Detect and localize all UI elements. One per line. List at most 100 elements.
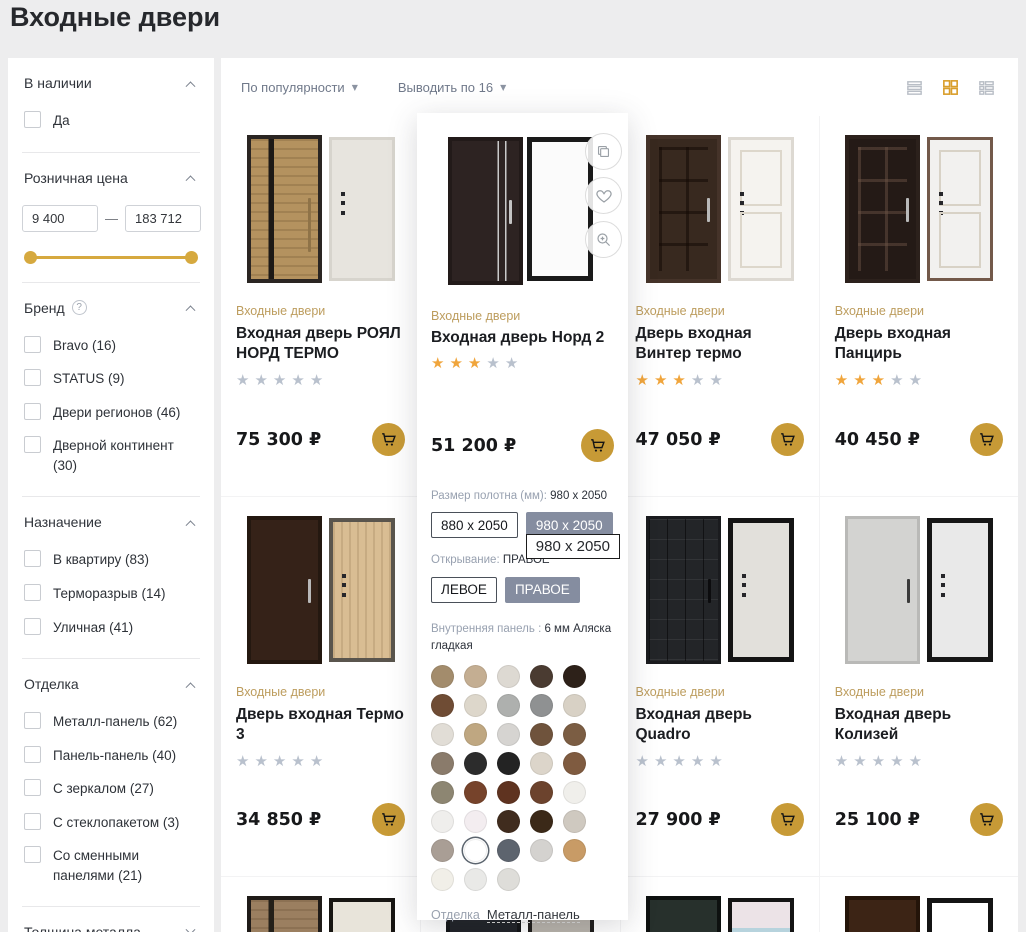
panel-swatch[interactable] [464, 839, 487, 862]
filter-section-header[interactable]: Бренд? [22, 283, 200, 329]
product-image[interactable] [636, 133, 804, 285]
panel-swatch[interactable] [530, 752, 553, 775]
opening-option-button[interactable]: ЛЕВОЕ [431, 577, 497, 603]
product-title[interactable]: Входная дверь Колизей [835, 705, 1003, 745]
panel-swatch[interactable] [530, 665, 553, 688]
product-title[interactable]: Входная дверь Quadro [636, 705, 804, 745]
product-image[interactable] [835, 514, 1003, 666]
checkbox[interactable] [24, 550, 41, 567]
checkbox[interactable] [24, 712, 41, 729]
panel-swatch[interactable] [464, 781, 487, 804]
view-list-button[interactable] [905, 78, 924, 97]
filter-option[interactable]: Bravo (16) [22, 329, 200, 363]
product-category[interactable]: Входные двери [236, 685, 405, 699]
filter-option[interactable]: Да [22, 104, 200, 138]
add-to-cart-button[interactable] [581, 429, 614, 462]
filter-option[interactable]: Двери регионов (46) [22, 396, 200, 430]
add-to-cart-button[interactable] [372, 803, 405, 836]
product-category[interactable]: Входные двери [431, 309, 614, 323]
finish-value[interactable]: Металл-панель [487, 907, 580, 923]
panel-swatch[interactable] [464, 868, 487, 891]
panel-swatch[interactable] [497, 723, 520, 746]
panel-swatch[interactable] [464, 694, 487, 717]
add-to-cart-button[interactable] [771, 423, 804, 456]
product-image[interactable] [236, 514, 405, 666]
panel-swatch[interactable] [497, 839, 520, 862]
filter-option[interactable]: С зеркалом (27) [22, 772, 200, 806]
checkbox[interactable] [24, 846, 41, 863]
product-category[interactable]: Входные двери [636, 685, 804, 699]
panel-swatch[interactable] [431, 665, 454, 688]
product-card[interactable]: Входные двери Входная дверь Quadro ★★★★★… [621, 497, 819, 876]
product-title[interactable]: Входная дверь РОЯЛ НОРД ТЕРМО [236, 324, 405, 364]
checkbox[interactable] [24, 336, 41, 353]
filter-section-header[interactable]: Назначение [22, 497, 200, 543]
checkbox[interactable] [24, 779, 41, 796]
add-to-cart-button[interactable] [970, 423, 1003, 456]
per-page-dropdown[interactable]: Выводить по 16 ▼ [398, 80, 506, 95]
filter-section-header[interactable]: В наличии [22, 58, 200, 104]
filter-section-header[interactable]: Отделка [22, 659, 200, 705]
panel-swatch[interactable] [431, 752, 454, 775]
panel-swatch[interactable] [530, 810, 553, 833]
panel-swatch[interactable] [563, 752, 586, 775]
checkbox[interactable] [24, 813, 41, 830]
price-min-input[interactable] [22, 205, 98, 232]
product-card[interactable]: Входные двери Входная дверь РОЯЛ НОРД ТЕ… [221, 116, 420, 496]
filter-option[interactable]: С стеклопакетом (3) [22, 806, 200, 840]
product-title[interactable]: Дверь входная Винтер термо [636, 324, 804, 364]
product-title[interactable]: Входная дверь Норд 2 [431, 329, 614, 347]
panel-swatch[interactable] [431, 694, 454, 717]
size-option-button[interactable]: 880 x 2050 [431, 512, 518, 538]
filter-option[interactable]: В квартиру (83) [22, 543, 200, 577]
panel-swatch[interactable] [530, 723, 553, 746]
checkbox[interactable] [24, 746, 41, 763]
filter-option[interactable]: Терморазрыв (14) [22, 577, 200, 611]
product-card[interactable]: Входные двери Дверь входная Винтер термо… [621, 116, 819, 496]
product-card-expanded[interactable]: Входные двери Входная дверь Норд 2 ★★★★★… [417, 113, 628, 920]
product-category[interactable]: Входные двери [236, 304, 405, 318]
filter-option[interactable]: Дверной континент (30) [22, 429, 200, 482]
product-image[interactable] [636, 514, 804, 666]
product-card[interactable] [221, 877, 420, 932]
panel-swatch[interactable] [563, 839, 586, 862]
slider-handle-min[interactable] [24, 251, 37, 264]
price-range-slider[interactable] [24, 251, 198, 264]
checkbox[interactable] [24, 584, 41, 601]
panel-swatch[interactable] [563, 810, 586, 833]
view-table-button[interactable] [977, 78, 996, 97]
panel-swatch[interactable] [464, 752, 487, 775]
product-image[interactable] [236, 894, 405, 932]
checkbox[interactable] [24, 111, 41, 128]
panel-swatch[interactable] [431, 839, 454, 862]
product-category[interactable]: Входные двери [636, 304, 804, 318]
product-card[interactable]: Входные двери Входная дверь Колизей ★★★★… [820, 497, 1018, 876]
panel-swatch[interactable] [464, 810, 487, 833]
sort-dropdown[interactable]: По популярности ▼ [241, 80, 358, 95]
panel-swatch[interactable] [431, 810, 454, 833]
zoom-icon[interactable] [585, 221, 622, 258]
product-card[interactable]: Входные двери Дверь входная Термо 3 ★★★★… [221, 497, 420, 876]
filter-option[interactable]: Панель-панель (40) [22, 739, 200, 773]
panel-swatch[interactable] [530, 839, 553, 862]
product-category[interactable]: Входные двери [835, 685, 1003, 699]
panel-swatch[interactable] [497, 752, 520, 775]
panel-swatch[interactable] [497, 694, 520, 717]
filter-section-header[interactable]: Толщина металла [22, 907, 200, 932]
wishlist-icon[interactable] [585, 177, 622, 214]
product-image[interactable] [636, 894, 804, 932]
filter-option[interactable]: Уличная (41) [22, 611, 200, 645]
opening-option-button[interactable]: ПРАВОЕ [505, 577, 580, 603]
panel-swatch[interactable] [464, 723, 487, 746]
panel-swatch[interactable] [563, 694, 586, 717]
product-card[interactable]: Входные двери Дверь входная Панцирь ★★★★… [820, 116, 1018, 496]
filter-option[interactable]: STATUS (9) [22, 362, 200, 396]
compare-icon[interactable] [585, 133, 622, 170]
panel-swatch[interactable] [497, 810, 520, 833]
panel-swatch[interactable] [563, 781, 586, 804]
filter-option[interactable]: Металл-панель (62) [22, 705, 200, 739]
panel-swatch[interactable] [431, 723, 454, 746]
panel-swatch[interactable] [563, 665, 586, 688]
price-max-input[interactable] [125, 205, 201, 232]
panel-swatch[interactable] [563, 723, 586, 746]
